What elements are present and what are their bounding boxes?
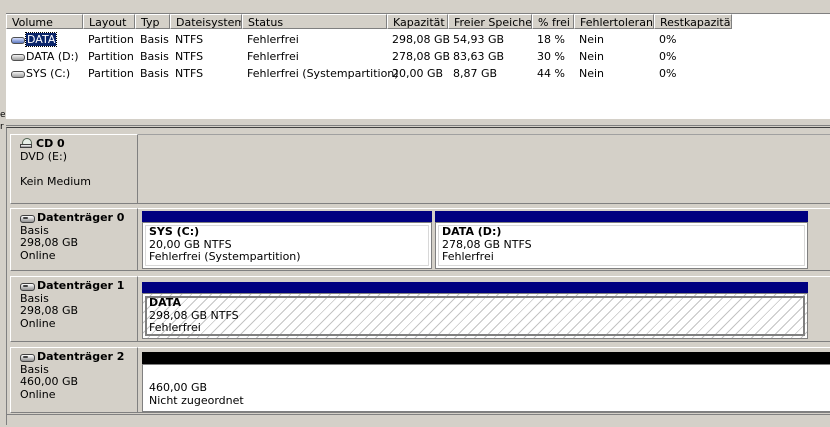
type-cell: Basis <box>140 33 169 46</box>
column-header-filesystem[interactable]: Dateisystem <box>170 14 242 29</box>
layout-cell: Partition <box>88 50 134 63</box>
partition-data-d[interactable]: DATA (D:) 278,08 GB NTFS Fehlerfrei <box>435 222 808 269</box>
disk-graphical-view[interactable]: CD 0 DVD (E:) Kein Medium Datenträger 0 … <box>6 127 830 427</box>
partition-status: Fehlerfrei <box>149 321 201 334</box>
partition-name: SYS (C:) <box>149 225 200 238</box>
filesystem-cell: NTFS <box>175 67 204 80</box>
disk-size: 298,08 GB <box>20 236 79 249</box>
hard-disk-icon <box>20 282 35 291</box>
volume-icon <box>11 70 25 78</box>
column-header-layout[interactable]: Layout <box>83 14 135 29</box>
overhead-cell: 0% <box>659 50 677 63</box>
disk-size: 298,08 GB <box>20 304 79 317</box>
capacity-cell: 278,08 GB <box>392 50 451 63</box>
list-header: Volume Layout Typ Dateisystem Status Kap… <box>6 14 830 31</box>
unallocated-size: 460,00 GB <box>149 381 208 394</box>
percent-free-cell: 30 % <box>537 50 565 63</box>
hard-disk-icon <box>20 353 35 362</box>
volume-icon <box>11 36 25 44</box>
unallocated-region[interactable]: 460,00 GB Nicht zugeordnet <box>142 364 830 412</box>
layout-cell: Partition <box>88 33 134 46</box>
overhead-cell: 0% <box>659 67 677 80</box>
volume-name-cell: DATA (D:) <box>6 48 83 65</box>
cd-drive-icon <box>20 138 34 150</box>
disk-1-label-panel[interactable]: Datenträger 1 Basis 298,08 GB Online <box>10 276 138 342</box>
partition-sys-c[interactable]: SYS (C:) 20,00 GB NTFS Fehlerfrei (Syste… <box>142 222 432 269</box>
volume-list[interactable]: Volume Layout Typ Dateisystem Status Kap… <box>6 13 830 120</box>
partition-name: DATA (D:) <box>442 225 502 238</box>
volume-name: DATA (D:) <box>26 50 79 63</box>
capacity-cell: 298,08 GB <box>392 33 451 46</box>
primary-partition-bar <box>142 211 432 222</box>
cd-volume-area[interactable] <box>138 134 830 204</box>
disk-title: Datenträger 0 <box>20 211 137 225</box>
column-header-fault-tolerance[interactable]: Fehlertoleranz <box>574 14 654 29</box>
percent-free-cell: 18 % <box>537 33 565 46</box>
fault-tolerance-cell: Nein <box>579 67 605 80</box>
disk-state: Online <box>20 387 56 401</box>
filesystem-cell: NTFS <box>175 33 204 46</box>
partition-status: Fehlerfrei <box>442 250 494 263</box>
column-header-volume[interactable]: Volume <box>6 14 83 29</box>
fault-tolerance-cell: Nein <box>579 33 605 46</box>
hard-disk-icon <box>20 214 35 223</box>
free-space-cell: 54,93 GB <box>453 33 505 46</box>
disk-1-partition-area: DATA 298,08 GB NTFS Fehlerfrei <box>138 276 830 342</box>
layout-cell: Partition <box>88 67 134 80</box>
column-header-status[interactable]: Status <box>242 14 387 29</box>
cd-label-panel[interactable]: CD 0 DVD (E:) Kein Medium <box>10 134 138 204</box>
overhead-cell: 0% <box>659 33 677 46</box>
disk-title: Datenträger 2 <box>20 350 137 364</box>
column-header-overhead[interactable]: Restkapazität <box>654 14 732 29</box>
filesystem-cell: NTFS <box>175 50 204 63</box>
disk-size: 460,00 GB <box>20 375 79 388</box>
primary-partition-bar <box>435 211 808 222</box>
bottom-status-strip <box>7 414 830 427</box>
volume-row-data[interactable]: DATA Partition Basis NTFS Fehlerfrei 298… <box>6 31 830 48</box>
pane-splitter[interactable] <box>6 119 830 126</box>
volume-row-data-d[interactable]: DATA (D:) Partition Basis NTFS Fehlerfre… <box>6 48 830 65</box>
column-header-percent-free[interactable]: % frei <box>532 14 574 29</box>
unallocated-status: Nicht zugeordnet <box>149 393 244 407</box>
disk-0-partition-area: SYS (C:) 20,00 GB NTFS Fehlerfrei (Syste… <box>138 208 830 271</box>
partition-status: Fehlerfrei (Systempartition) <box>149 250 301 263</box>
percent-free-cell: 44 % <box>537 67 565 80</box>
volume-name-cell: DATA <box>6 31 83 48</box>
cd-drive-letter: DVD (E:) <box>20 149 68 163</box>
unallocated-bar <box>142 352 830 364</box>
primary-partition-bar <box>142 282 808 293</box>
disk-0-label-panel[interactable]: Datenträger 0 Basis 298,08 GB Online <box>10 208 138 271</box>
disk-state: Online <box>20 316 56 330</box>
fault-tolerance-cell: Nein <box>579 50 605 63</box>
volume-icon <box>11 53 25 61</box>
disk-state: Online <box>20 248 56 262</box>
type-cell: Basis <box>140 50 169 63</box>
status-cell: Fehlerfrei <box>247 33 299 46</box>
free-space-cell: 83,63 GB <box>453 50 505 63</box>
column-header-capacity[interactable]: Kapazität <box>387 14 448 29</box>
disk-2-partition-area: 460,00 GB Nicht zugeordnet <box>138 347 830 413</box>
column-header-free-space[interactable]: Freier Speicher <box>448 14 532 29</box>
free-space-cell: 8,87 GB <box>453 67 498 80</box>
disk-title: Datenträger 1 <box>20 279 137 293</box>
partition-name: DATA <box>149 296 181 309</box>
cd-media-status: Kein Medium <box>20 175 91 188</box>
capacity-cell: 20,00 GB <box>392 67 444 80</box>
cd-title: CD 0 <box>20 137 137 151</box>
status-cell: Fehlerfrei <box>247 50 299 63</box>
column-header-type[interactable]: Typ <box>135 14 170 29</box>
type-cell: Basis <box>140 67 169 80</box>
partition-data[interactable]: DATA 298,08 GB NTFS Fehlerfrei <box>142 293 808 339</box>
volume-name: SYS (C:) <box>26 67 71 80</box>
status-cell: Fehlerfrei (Systempartition) <box>247 67 399 80</box>
volume-name: DATA <box>24 32 58 47</box>
disk-2-label-panel[interactable]: Datenträger 2 Basis 460,00 GB Online <box>10 347 138 413</box>
volume-name-cell: SYS (C:) <box>6 65 83 82</box>
volume-row-sys-c[interactable]: SYS (C:) Partition Basis NTFS Fehlerfrei… <box>6 65 830 82</box>
